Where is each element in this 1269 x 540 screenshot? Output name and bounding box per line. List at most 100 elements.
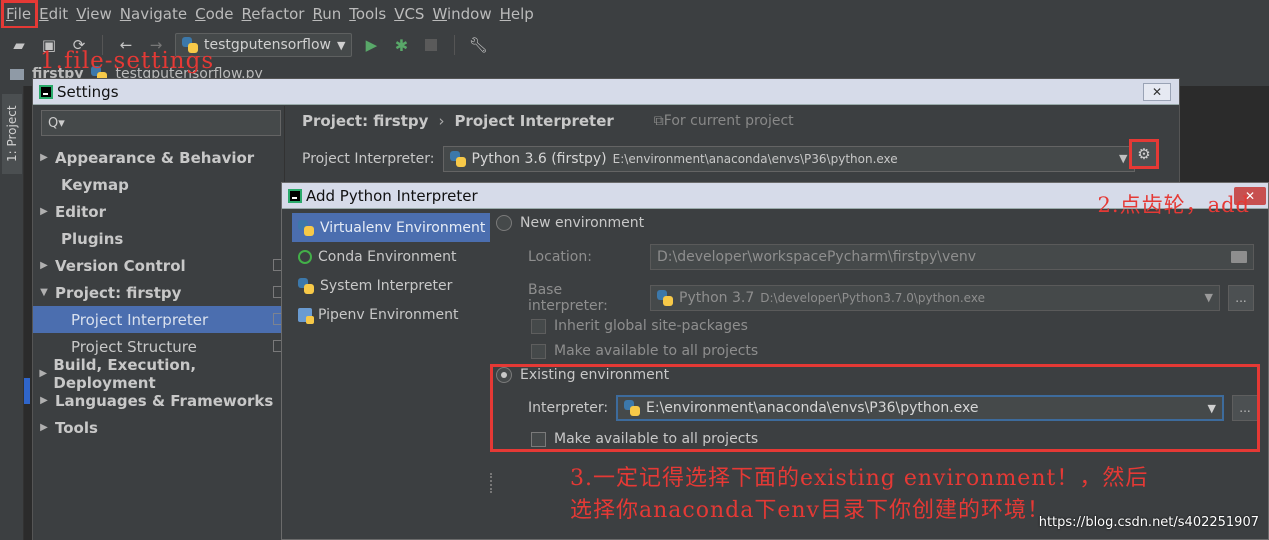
run-config-label: testgputensorflow (204, 37, 331, 53)
tree-item-label: Plugins (61, 229, 124, 248)
env-type-list: Virtualenv Environment Conda Environment… (292, 213, 490, 533)
annotation-step1: 1.file-settings (40, 48, 215, 74)
tree-item-editor[interactable]: ▶ Editor (33, 198, 285, 225)
env-label: System Interpreter (320, 277, 453, 294)
tree-item-keymap[interactable]: Keymap (33, 171, 285, 198)
menu-edit[interactable]: Edit (35, 1, 72, 27)
wrench-icon[interactable]: 🔧︎ (467, 34, 489, 56)
menu-navigate[interactable]: Navigate (116, 1, 191, 27)
tree-item-project-interpreter[interactable]: Project Interpreter (33, 306, 285, 333)
editor-gutter-marker (24, 378, 30, 404)
menu-run[interactable]: Run (308, 1, 345, 27)
tree-item-project[interactable]: ▼ Project: firstpy (33, 279, 285, 306)
tree-item-label: Keymap (61, 175, 129, 194)
annotation-step3-line1: 3.一定记得选择下面的existing environment！，然后 (570, 466, 1149, 491)
debug-icon[interactable]: ✱ (390, 34, 412, 56)
menu-help[interactable]: Help (496, 1, 538, 27)
inherit-label: Inherit global site-packages (554, 318, 748, 334)
splitter-grip[interactable] (490, 473, 492, 493)
tree-item-label: Project Interpreter (71, 310, 209, 329)
menu-tools[interactable]: Tools (345, 1, 390, 27)
existing-env-highlight-box (490, 364, 1260, 452)
python-icon (298, 277, 314, 294)
make-available-new-checkbox[interactable] (531, 343, 546, 359)
project-interpreter-row: Project Interpreter: Python 3.6 (firstpy… (302, 146, 1135, 172)
expand-arrow-icon: ▶ (40, 206, 48, 217)
folder-icon[interactable] (1231, 251, 1247, 263)
toolbar-separator (454, 35, 456, 55)
tree-item-build[interactable]: ▶ Build, Execution, Deployment (33, 356, 285, 392)
project-tool-tab[interactable]: 1: Project (2, 94, 22, 174)
env-system[interactable]: System Interpreter (292, 271, 490, 300)
folder-icon (10, 68, 24, 80)
inherit-checkbox[interactable] (531, 318, 546, 334)
add-interpreter-dialog: Add Python Interpreter ✕ 2.点齿轮，add Virtu… (281, 182, 1269, 540)
run-icon[interactable]: ▶ (360, 34, 382, 56)
interpreter-path: E:\environment\anaconda\envs\P36\python.… (612, 152, 898, 166)
collapse-arrow-icon: ▼ (40, 287, 48, 298)
tree-item-label: Project Structure (71, 337, 197, 356)
tree-item-label: Editor (55, 202, 106, 221)
settings-search-input[interactable]: Q▾ (41, 110, 281, 136)
menu-window[interactable]: Window (428, 1, 495, 27)
tree-item-languages[interactable]: ▶ Languages & Frameworks (33, 387, 285, 414)
base-browse-button[interactable]: ... (1228, 285, 1254, 311)
menu-view[interactable]: View (72, 1, 116, 27)
tree-item-tools[interactable]: ▶ Tools (33, 414, 285, 441)
base-interpreter-row: Base interpreter: Python 3.7 D:\develope… (528, 282, 1254, 314)
make-available-new-row[interactable]: Make available to all projects (531, 343, 758, 359)
make-available-new-label: Make available to all projects (554, 343, 759, 359)
new-env-radio[interactable] (496, 215, 512, 231)
inherit-checkbox-row[interactable]: Inherit global site-packages (531, 318, 748, 334)
pipenv-icon (298, 307, 314, 324)
project-interpreter-select[interactable]: Python 3.6 (firstpy) E:\environment\anac… (442, 146, 1135, 172)
settings-titlebar: Settings (33, 79, 1179, 105)
base-interpreter-select[interactable]: Python 3.7 D:\developer\Python3.7.0\pyth… (650, 285, 1220, 311)
conda-icon (298, 249, 312, 264)
tree-item-label: Tools (55, 418, 98, 437)
pycharm-logo-icon (288, 188, 302, 203)
breadcrumb-separator: › (438, 112, 445, 130)
menu-code[interactable]: Code (191, 1, 237, 27)
tree-item-version-control[interactable]: ▶ Version Control (33, 252, 285, 279)
expand-arrow-icon: ▶ (40, 260, 48, 271)
env-conda[interactable]: Conda Environment (292, 242, 490, 271)
breadcrumb-project: Project: firstpy (302, 112, 429, 130)
file-highlight-box (1, 0, 38, 29)
chevron-down-icon: ▼ (1204, 291, 1213, 304)
breadcrumb-page: Project Interpreter (454, 112, 614, 130)
env-label: Conda Environment (318, 248, 457, 265)
python-icon (657, 290, 673, 306)
new-env-radio-row[interactable]: New environment (496, 215, 644, 231)
dialog-title: Add Python Interpreter (306, 186, 478, 205)
python-icon (298, 219, 314, 236)
location-value: D:\developer\workspacePycharm\firstpy\ve… (657, 249, 977, 265)
gear-icon: ⚙ (1137, 145, 1151, 163)
left-tool-strip: 1: Project (0, 86, 24, 540)
gear-button[interactable]: ⚙ (1129, 139, 1159, 169)
python-icon (449, 151, 466, 167)
stop-icon[interactable] (420, 34, 442, 56)
env-pipenv[interactable]: Pipenv Environment (292, 300, 490, 329)
interpreter-name: Python 3.6 (firstpy) (471, 151, 607, 167)
menu-vcs[interactable]: VCS (390, 1, 428, 27)
chevron-down-icon: ▼ (1119, 152, 1128, 165)
env-label: Pipenv Environment (318, 306, 459, 323)
settings-title: Settings (57, 82, 119, 101)
tree-item-plugins[interactable]: Plugins (33, 225, 285, 252)
tree-item-appearance[interactable]: ▶ Appearance & Behavior (33, 144, 285, 171)
tree-item-label: Languages & Frameworks (55, 391, 274, 410)
menu-refactor[interactable]: Refactor (238, 1, 309, 27)
expand-arrow-icon: ▶ (40, 422, 48, 433)
location-input[interactable]: D:\developer\workspacePycharm\firstpy\ve… (650, 244, 1254, 270)
expand-arrow-icon: ▶ (40, 152, 48, 163)
settings-sidebar: Q▾ ▶ Appearance & Behavior Keymap ▶ Editor… (33, 106, 285, 540)
settings-close-button[interactable]: ✕ (1143, 83, 1171, 101)
settings-tree: ▶ Appearance & Behavior Keymap ▶ Editor Pl… (33, 144, 285, 441)
location-row: Location: D:\developer\workspacePycharm\… (528, 244, 1254, 270)
folder-open-icon[interactable]: ▰ (8, 34, 30, 56)
breadcrumb: Project: firstpy › Project Interpreter ⧉… (302, 112, 794, 130)
base-interpreter-name: Python 3.7 (679, 290, 755, 306)
env-virtualenv[interactable]: Virtualenv Environment (292, 213, 490, 242)
chevron-down-icon: ▼ (336, 38, 346, 52)
